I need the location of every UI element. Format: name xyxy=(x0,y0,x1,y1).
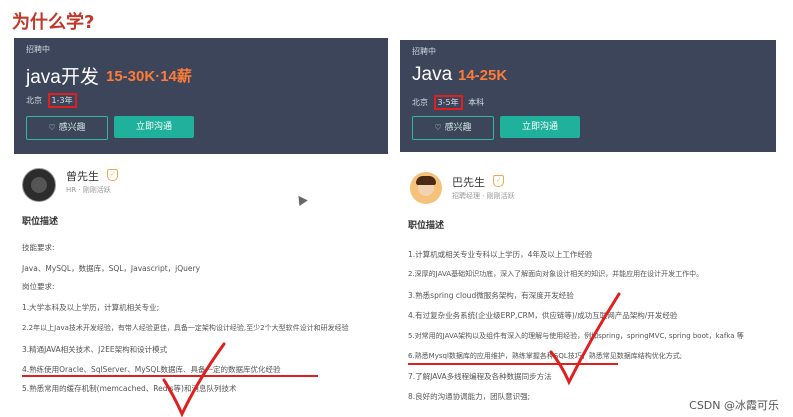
heart-icon: ♡ xyxy=(434,123,442,132)
description-line: 4.有过复杂业务系统(企业级ERP,CRM，供应链等)/成功互联网产品架构/开发… xyxy=(408,311,678,320)
heart-icon: ♡ xyxy=(48,123,56,132)
interest-label: 感兴趣 xyxy=(444,123,472,133)
section-heading: 职位描述 xyxy=(408,221,445,231)
job-meta: 北京 3-5年 本科 xyxy=(412,95,484,110)
job-status: 招聘中 xyxy=(412,47,436,56)
chat-now-button[interactable]: 立即沟通 xyxy=(500,116,580,138)
job-experience: 1-3年 xyxy=(47,93,77,108)
description-line: 5.熟悉常用的缓存机制(memcached、Redis等)和消息队列技术 xyxy=(22,384,237,393)
description-line: 2.深厚的JAVA基础知识功底，深入了解面向对象设计相关的知识，并能应用在设计开… xyxy=(408,270,704,278)
job-header: 招聘中 Java 14-25K 北京 3-5年 本科 ♡ 感兴趣 立即沟通 xyxy=(400,40,776,152)
description-line: 5.对常用的JAVA架构以及组件有深入的理解与使用经验，例如spring，spr… xyxy=(408,332,744,340)
job-meta: 北京 1-3年 xyxy=(26,93,77,108)
job-title: java开发 xyxy=(26,67,99,88)
section-heading: 职位描述 xyxy=(22,217,59,227)
chat-now-button[interactable]: 立即沟通 xyxy=(114,116,194,138)
job-header: 招聘中 java开发 15-30K·14薪 北京 1-3年 ♡ 感兴趣 立即沟通 xyxy=(14,38,388,154)
verified-shield-icon: ✓ xyxy=(493,175,504,187)
job-city: 北京 xyxy=(26,96,42,105)
job-title: Java xyxy=(412,64,453,85)
description-line-highlighted: 6.熟悉Mysql数据库的应用维护，熟练掌握各种SQL技巧，熟悉常见数据库结构优… xyxy=(408,352,683,360)
job-city: 北京 xyxy=(412,98,428,107)
recruiter-name: 巴先生 xyxy=(452,176,485,189)
job-salary: 14-25K xyxy=(458,67,508,84)
interest-button[interactable]: ♡ 感兴趣 xyxy=(26,116,108,140)
description-line: 7.了解JAVA多线程编程及各种数据同步方法 xyxy=(408,372,552,381)
description-line: 3.熟悉spring cloud微服务架构，有深度开发经验 xyxy=(408,291,574,300)
description-line: 技能要求: xyxy=(22,243,55,252)
highlight-underline xyxy=(408,363,618,365)
avatar-hair xyxy=(416,176,436,185)
recruiter-role: HR · 刚刚活跃 xyxy=(66,186,111,194)
description-line-highlighted: 4.熟练使用Oracle、SqlServer、MySQL数据库、具备一定的数据库… xyxy=(22,365,281,374)
job-status: 招聘中 xyxy=(26,45,50,54)
recruiter-role: 招聘经理 · 刚刚活跃 xyxy=(452,192,515,200)
job-experience: 3-5年 xyxy=(433,95,463,110)
description-line: 岗位要求: xyxy=(22,282,55,291)
avatar xyxy=(22,168,56,202)
avatar xyxy=(410,172,442,204)
job-salary: 15-30K·14薪 xyxy=(106,68,192,85)
avatar-image xyxy=(31,177,47,193)
slide-title: 为什么学? xyxy=(12,12,95,33)
interest-button[interactable]: ♡ 感兴趣 xyxy=(412,116,494,140)
recruiter-name: 曾先生 xyxy=(66,170,99,183)
verified-shield-icon: ✓ xyxy=(107,169,118,181)
job-card-java: 招聘中 Java 14-25K 北京 3-5年 本科 ♡ 感兴趣 立即沟通 巴先生… xyxy=(400,40,776,417)
description-line: 3.精通JAVA相关技术、J2EE架构和设计模式 xyxy=(22,345,168,354)
description-line: 2.2年以上Java技术开发经验，有带人经验更佳，具备一定架构设计经验,至少2个… xyxy=(22,324,349,332)
description-line: Java、MySQL，数据库，SQL，Javascript，jQuery xyxy=(22,264,201,273)
job-card-java-developer: 招聘中 java开发 15-30K·14薪 北京 1-3年 ♡ 感兴趣 立即沟通 … xyxy=(14,38,388,417)
interest-label: 感兴趣 xyxy=(58,123,86,133)
description-line: 1.计算机或相关专业专科以上学历，4年及以上工作经验 xyxy=(408,250,593,259)
description-line: 8.良好的沟通协调能力，团队意识强; xyxy=(408,392,531,401)
highlight-underline xyxy=(22,375,318,377)
job-education: 本科 xyxy=(468,98,485,107)
watermark: CSDN @冰霞可乐 xyxy=(689,399,779,412)
description-line: 1.大学本科及以上学历，计算机相关专业; xyxy=(22,303,160,312)
